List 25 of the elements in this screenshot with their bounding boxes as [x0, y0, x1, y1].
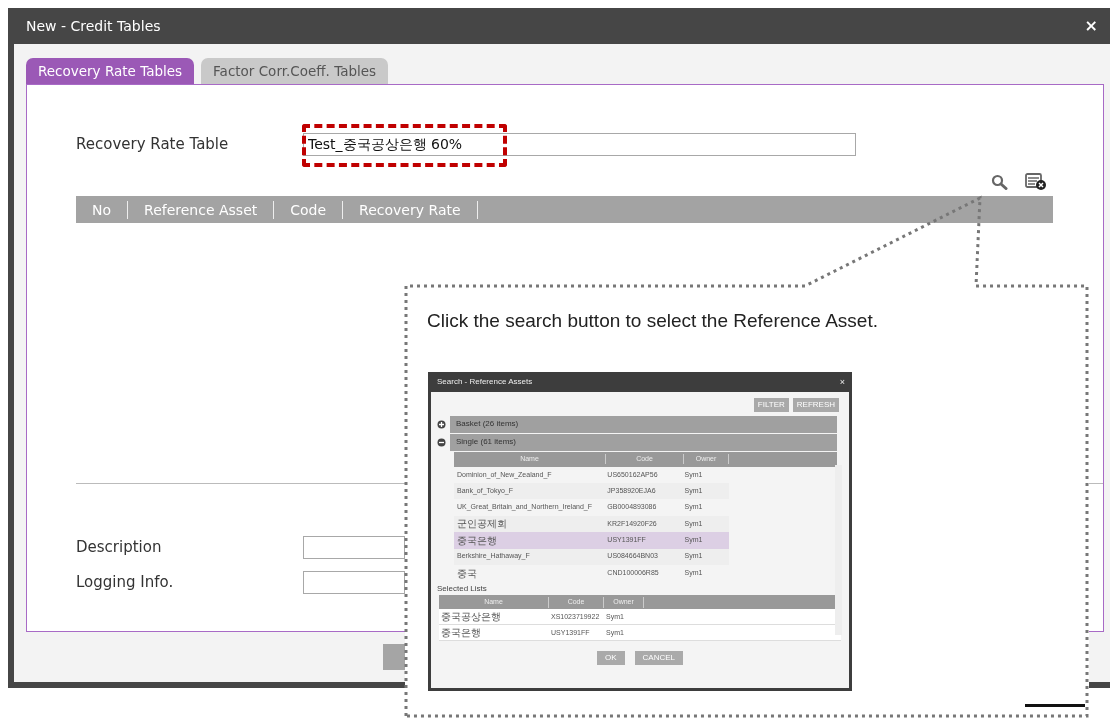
search-icon[interactable]: [991, 174, 1009, 190]
section-title: Selected Lists: [436, 583, 488, 596]
column-header: Code: [274, 200, 344, 219]
clear-list-icon[interactable]: [1025, 173, 1047, 191]
collapse-icon[interactable]: [437, 437, 446, 447]
group-header[interactable]: Basket (26 items): [450, 415, 837, 433]
table-name-field[interactable]: Test_중국공상은행 60%: [303, 133, 856, 156]
column-header: Recovery Rate: [343, 200, 478, 219]
field-label: Logging Info.: [76, 572, 175, 594]
tab[interactable]: Factor Corr.Coeff. Tables: [201, 58, 389, 84]
column-header: No: [76, 200, 129, 219]
scrollbar[interactable]: [835, 464, 842, 635]
group-header[interactable]: Single (61 items): [450, 433, 837, 451]
tab[interactable]: Recovery Rate Tables: [26, 58, 195, 84]
column-header: Reference Asset: [128, 200, 275, 219]
text-field[interactable]: [303, 536, 405, 559]
dialog-title: Search - Reference Assets: [437, 376, 533, 388]
close-button[interactable]: ×: [839, 377, 845, 387]
field-label: Description: [76, 537, 163, 559]
text-field[interactable]: [303, 571, 405, 594]
field-label: Recovery Rate Table: [76, 134, 230, 156]
window-title: New - Credit Tables: [26, 16, 161, 36]
callout-text: Click the search button to select the Reference Asset.: [427, 309, 878, 333]
expand-icon[interactable]: [437, 419, 446, 429]
close-button[interactable]: ×: [1082, 14, 1100, 38]
